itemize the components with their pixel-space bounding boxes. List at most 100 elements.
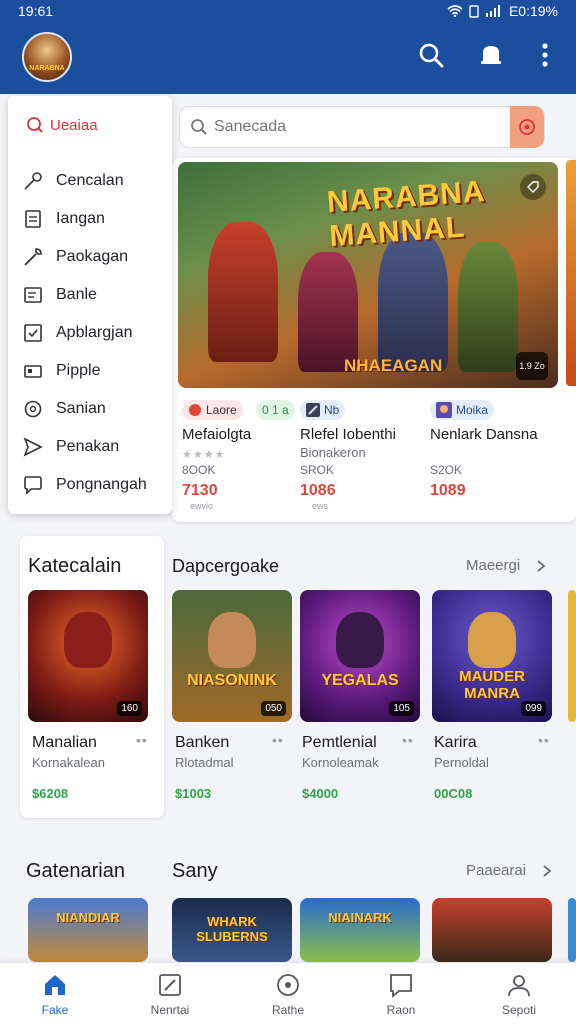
tile-art <box>336 612 384 668</box>
next-tile-peek[interactable] <box>568 898 576 962</box>
menu-item-cencalan[interactable]: Cencalan <box>22 166 124 196</box>
game-size: 8OOK <box>182 463 216 477</box>
avatar-logo: NARABNA <box>29 65 65 72</box>
card-icon <box>24 365 42 378</box>
hero-figure <box>208 222 278 362</box>
more-menu-button[interactable] <box>528 38 562 72</box>
wifi-icon <box>447 5 463 17</box>
sim-icon <box>469 4 479 18</box>
game-title[interactable]: Rlefel Iobenthi <box>300 426 396 443</box>
card-title[interactable]: Banken <box>175 734 229 752</box>
menu-item-pongnangah[interactable]: Pongnangah <box>22 470 147 500</box>
card-more-icon[interactable]: •• <box>402 732 414 748</box>
status-icons: E0:19% <box>447 3 558 19</box>
tile-logo: YEGALAS <box>321 672 399 689</box>
see-more-row1[interactable]: Maeergi <box>466 557 546 574</box>
nav-home[interactable]: Fake <box>10 971 100 1017</box>
bookmark-button[interactable] <box>520 174 546 200</box>
next-banner-peek[interactable] <box>566 160 576 386</box>
section-title-row2: Sany <box>172 860 218 882</box>
menu-item-iangan[interactable]: Iangan <box>22 204 105 234</box>
menu-item-apblargjan[interactable]: Apblargjan <box>22 318 133 348</box>
menu-item-penakan[interactable]: Penakan <box>22 432 119 462</box>
game-tile[interactable]: WHARK SLUBERNS <box>172 898 292 962</box>
side-menu: Ueaiaa Cencalan Iangan Paokagan Banle Ap… <box>8 96 172 514</box>
chevron-right-icon <box>537 559 546 572</box>
tile-count: 105 <box>389 701 414 716</box>
card-more-icon[interactable]: •• <box>136 732 148 748</box>
section-title-categories: Katecalain <box>28 555 122 577</box>
tile-logo: NIAINARK <box>328 910 392 925</box>
game-tile[interactable]: 160 <box>28 590 148 722</box>
card-title[interactable]: Manalian <box>32 734 97 752</box>
game-size: SROK <box>300 463 335 477</box>
notifications-button[interactable] <box>474 38 508 72</box>
featured-banner[interactable]: NARABNA MANNAL NHAEAGAN 1.9 Zo <box>178 162 558 388</box>
document-icon <box>25 210 41 228</box>
game-tag[interactable]: Laore <box>182 400 243 420</box>
tile-count: 160 <box>117 701 142 716</box>
featured-badge: 1.9 Zo <box>516 352 548 380</box>
game-tile[interactable]: YEGALAS 105 <box>300 590 420 722</box>
game-tile[interactable]: NIAINARK <box>300 898 420 962</box>
see-more-row2[interactable]: Paaearai <box>466 862 552 879</box>
featured-card[interactable]: NARABNA MANNAL NHAEAGAN 1.9 Zo Laore 0 1… <box>172 158 576 522</box>
tile-logo: MAUDER MANRA <box>459 668 525 702</box>
chevron-right-icon <box>543 864 552 877</box>
search-bar <box>179 106 545 148</box>
game-tile[interactable] <box>432 898 552 962</box>
menu-item-pipple[interactable]: Pipple <box>22 356 100 386</box>
avatar[interactable]: NARABNA <box>22 32 72 82</box>
bottom-navigation: Fake Nenrtai Rathe Raon Sepoti <box>0 962 576 1024</box>
menu-item-sanian[interactable]: Sanian <box>22 394 106 424</box>
nav-news[interactable]: Nenrtai <box>125 971 215 1017</box>
card-subtitle: Pernoldal <box>434 755 489 770</box>
tile-art <box>468 612 516 668</box>
hero-figure <box>458 242 518 372</box>
game-price: 1089 <box>430 482 466 499</box>
status-bar: 19:61 E0:19% <box>0 0 576 22</box>
nav-chat[interactable]: Raon <box>356 971 446 1017</box>
app-bar: NARABNA <box>0 22 576 94</box>
featured-subtitle: NHAEAGAN <box>344 356 443 375</box>
nav-profile[interactable]: Sepoti <box>474 971 564 1017</box>
game-tag[interactable]: Nb <box>300 400 346 420</box>
game-price: 1086 <box>300 482 336 499</box>
search-input[interactable] <box>214 118 494 136</box>
list-icon <box>24 287 42 303</box>
edit-icon <box>159 974 181 996</box>
settings-icon <box>24 400 42 418</box>
game-tile[interactable]: NIANDIAR <box>28 898 148 962</box>
nav-rate[interactable]: Rathe <box>243 971 333 1017</box>
game-size: S2OK <box>430 463 463 477</box>
game-meta: ews <box>312 501 329 511</box>
tile-art <box>208 612 256 668</box>
game-tile[interactable]: NIASONINK 050 <box>172 590 292 722</box>
search-button[interactable] <box>414 38 448 72</box>
game-developer: Bionakeron <box>300 445 366 460</box>
menu-header[interactable]: Ueaiaa <box>26 116 98 134</box>
game-tile[interactable]: MAUDER MANRA 099 <box>432 590 552 722</box>
game-price: 7130 <box>182 482 218 499</box>
card-title[interactable]: Karira <box>434 734 477 752</box>
tag-icon <box>527 181 539 193</box>
game-title[interactable]: Nenlark Dansna <box>430 426 538 443</box>
card-price: $4000 <box>302 786 339 801</box>
menu-item-banle[interactable]: Banle <box>22 280 97 310</box>
wrench-icon <box>24 248 42 266</box>
card-more-icon[interactable]: •• <box>272 732 284 748</box>
search-icon <box>27 117 43 133</box>
card-price: $6208 <box>32 786 69 801</box>
card-price: 00C08 <box>434 786 473 801</box>
checklist-icon <box>24 324 42 342</box>
next-tile-peek[interactable] <box>568 590 576 722</box>
card-title[interactable]: Pemtlenial <box>302 734 377 752</box>
menu-item-paokagan[interactable]: Paokagan <box>22 242 128 272</box>
game-title[interactable]: Mefaiolgta <box>182 426 251 443</box>
hero-figure <box>378 232 448 372</box>
signal-icon <box>485 5 500 17</box>
card-more-icon[interactable]: •• <box>538 732 550 748</box>
game-tag[interactable]: Moika <box>430 400 495 420</box>
key-icon <box>24 172 42 190</box>
search-submit-button[interactable] <box>510 106 544 148</box>
